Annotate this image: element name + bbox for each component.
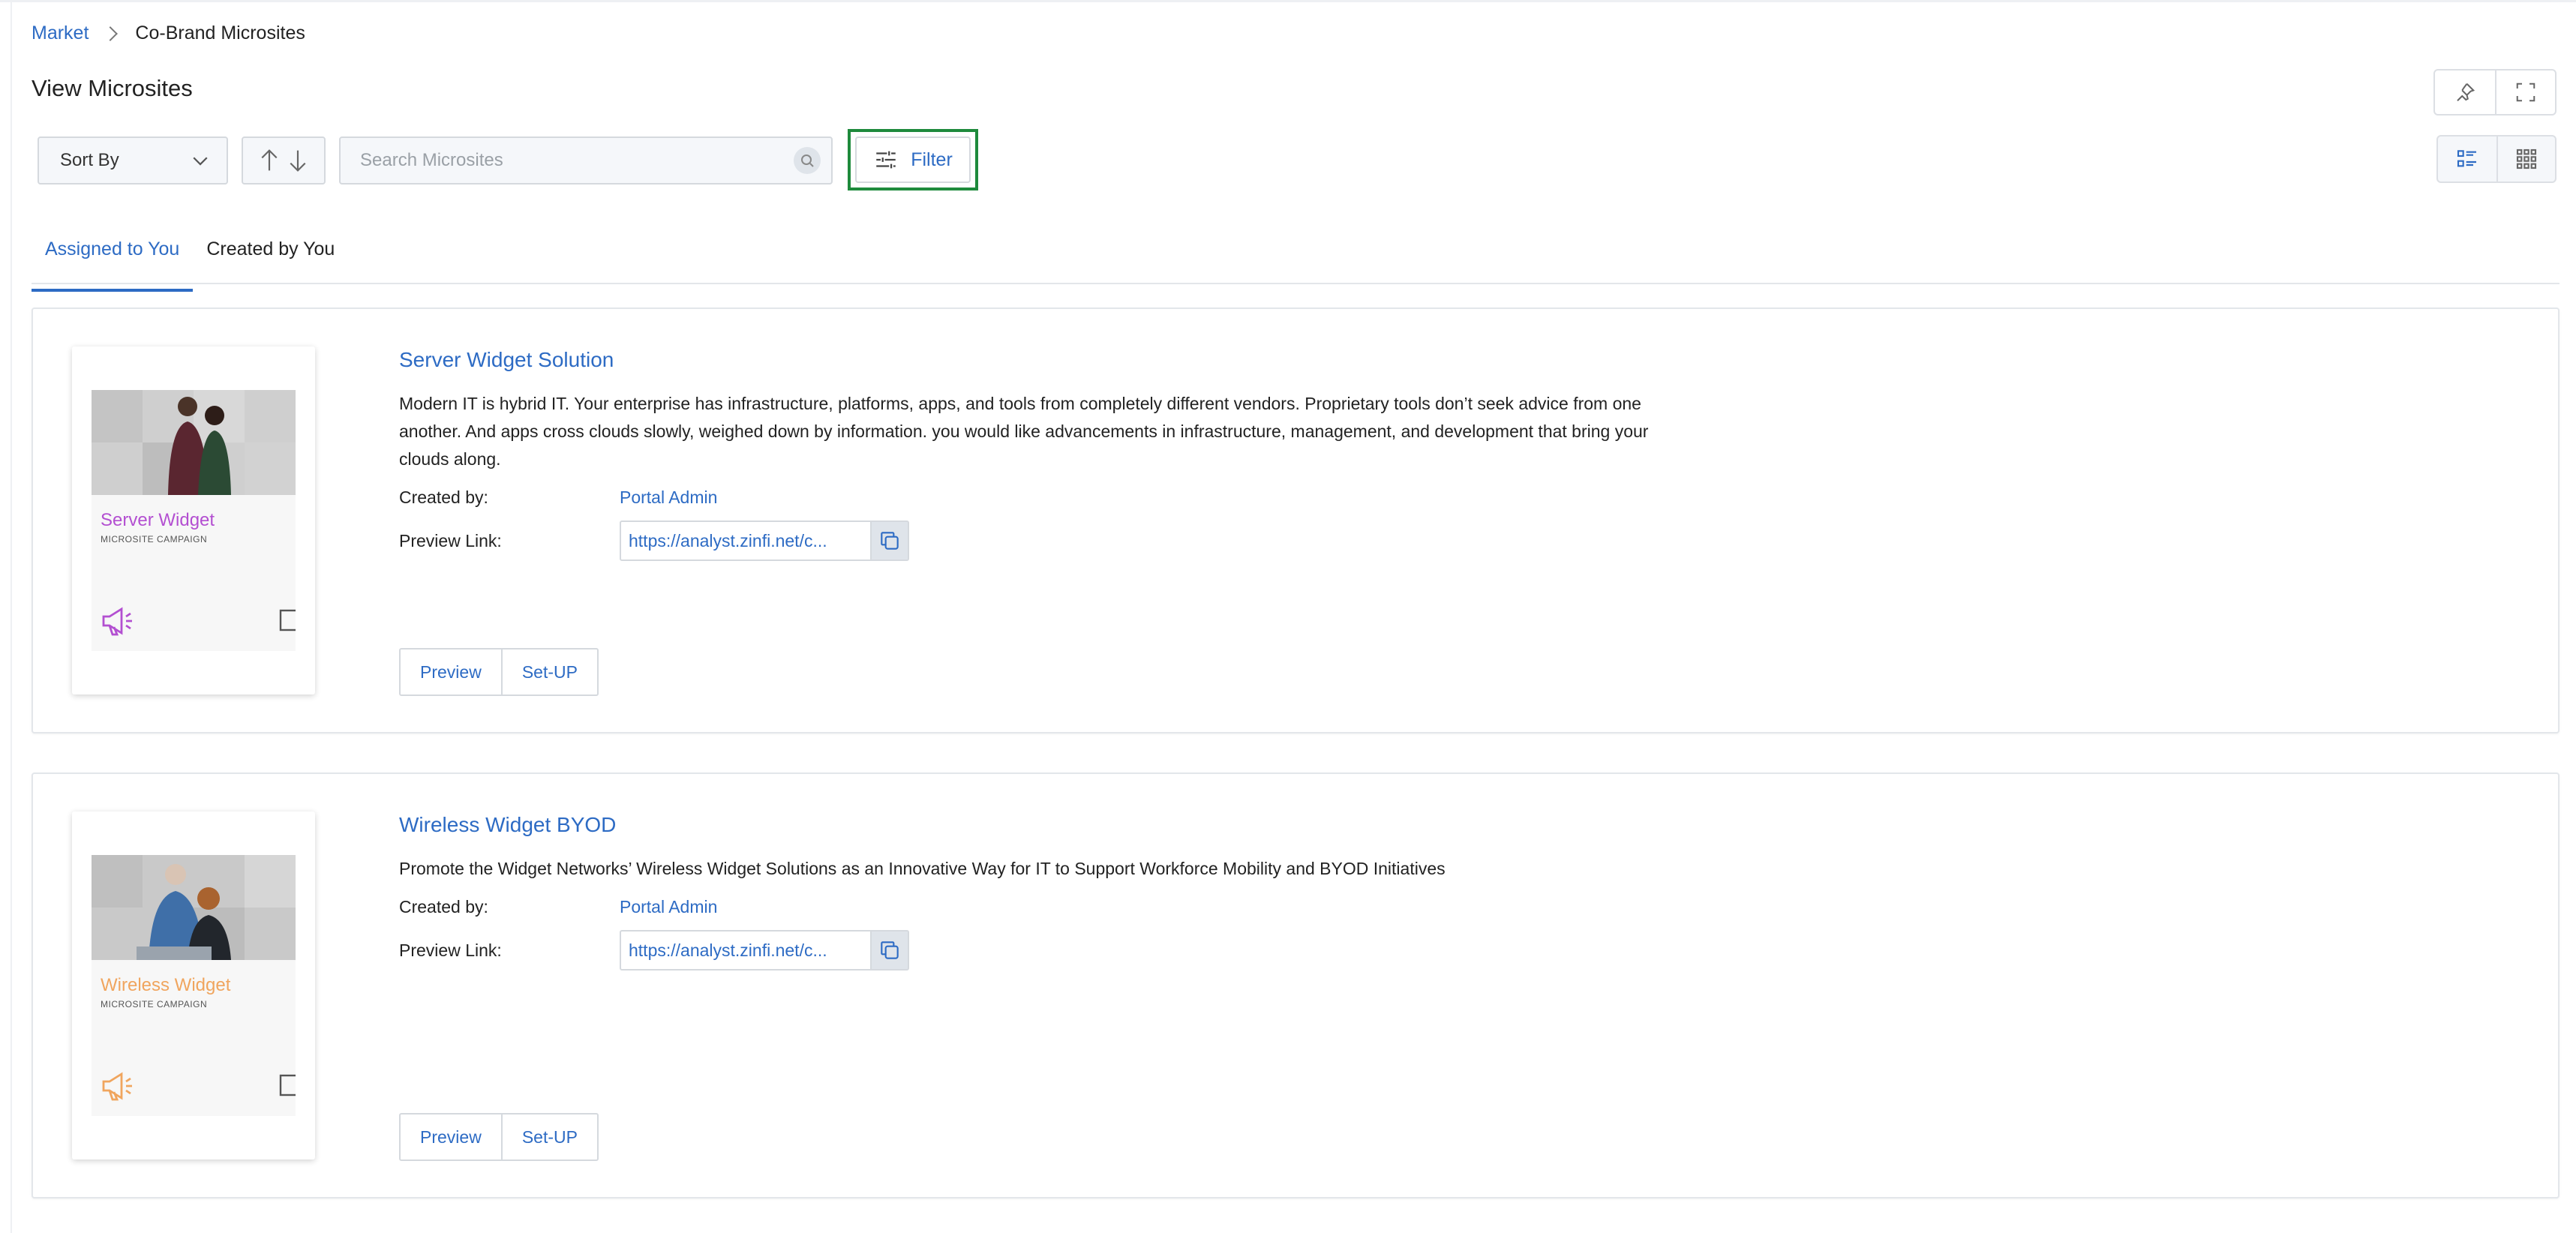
microsite-card: Server Widget MICROSITE CAMPAIGN Server … (32, 308, 2559, 734)
monitor-icon (279, 609, 296, 632)
search-input[interactable] (360, 150, 794, 171)
campaign-photo (92, 390, 296, 495)
pin-icon (2457, 83, 2475, 101)
top-border (0, 0, 2576, 2)
filter-icon (876, 151, 896, 169)
monitor-icon (279, 1074, 296, 1096)
grid-view-button[interactable] (2496, 136, 2555, 182)
preview-link-box: https://analyst.zinfi.net/c... (620, 930, 909, 970)
breadcrumb-market[interactable]: Market (32, 22, 89, 44)
card-title[interactable]: Wireless Widget BYOD (399, 813, 616, 837)
card-actions: Preview Set-UP (399, 1113, 599, 1161)
breadcrumb-current: Co-Brand Microsites (135, 22, 305, 44)
breadcrumb: Market Co-Brand Microsites (32, 22, 305, 44)
created-by-label: Created by: (399, 488, 488, 507)
setup-button[interactable]: Set-UP (500, 650, 597, 694)
sort-down-icon (290, 150, 306, 172)
sort-label: Sort By (60, 150, 119, 170)
microsite-card: Wireless Widget MICROSITE CAMPAIGN Wirel… (32, 772, 2559, 1198)
megaphone-icon (102, 1072, 132, 1101)
preview-link-box: https://analyst.zinfi.net/c... (620, 520, 909, 561)
thumbnail-subtitle: MICROSITE CAMPAIGN (101, 534, 208, 544)
preview-link-url[interactable]: https://analyst.zinfi.net/c... (621, 531, 870, 551)
preview-button[interactable]: Preview (401, 1114, 501, 1160)
created-by-label: Created by: (399, 897, 488, 916)
fullscreen-icon (2516, 82, 2535, 102)
card-actions: Preview Set-UP (399, 648, 599, 696)
thumbnail-title: Wireless Widget (101, 975, 231, 995)
microsite-thumbnail[interactable]: Wireless Widget MICROSITE CAMPAIGN (72, 812, 315, 1160)
megaphone-icon (102, 607, 132, 636)
card-description: Promote the Widget Networks’ Wireless Wi… (399, 859, 1446, 878)
microsite-thumbnail[interactable]: Server Widget MICROSITE CAMPAIGN (72, 346, 315, 694)
sort-up-icon (261, 149, 278, 171)
search-box (339, 136, 833, 184)
copy-icon (881, 941, 899, 959)
sort-direction-button[interactable] (242, 136, 326, 184)
thumbnail-subtitle: MICROSITE CAMPAIGN (101, 999, 208, 1010)
left-border (11, 0, 12, 1233)
thumbnail-title: Server Widget (101, 510, 215, 530)
preview-button[interactable]: Preview (401, 650, 501, 694)
pin-button[interactable] (2435, 70, 2495, 114)
search-icon[interactable] (794, 147, 821, 174)
copy-link-button[interactable] (870, 932, 908, 969)
copy-link-button[interactable] (870, 522, 908, 560)
header-icon-buttons (2433, 69, 2556, 116)
view-toggle (2436, 135, 2556, 183)
fullscreen-button[interactable] (2495, 70, 2555, 114)
card-description: Modern IT is hybrid IT. Your enterprise … (399, 394, 1649, 469)
chevron-right-icon (103, 26, 119, 41)
filter-label: Filter (911, 148, 953, 170)
list-view-icon (2457, 150, 2476, 167)
created-by-value[interactable]: Portal Admin (620, 897, 717, 917)
setup-button[interactable]: Set-UP (500, 1114, 597, 1160)
grid-view-icon (2516, 148, 2537, 170)
card-title[interactable]: Server Widget Solution (399, 348, 614, 372)
chevron-down-icon (193, 157, 208, 166)
copy-icon (881, 532, 899, 550)
page-title: View Microsites (32, 75, 193, 101)
filter-button[interactable]: Filter (855, 136, 971, 183)
created-by-value[interactable]: Portal Admin (620, 488, 717, 508)
preview-link-url[interactable]: https://analyst.zinfi.net/c... (621, 940, 870, 961)
preview-link-label: Preview Link: (399, 531, 502, 550)
campaign-photo (92, 855, 296, 960)
preview-link-label: Preview Link: (399, 940, 502, 960)
tab-divider (32, 283, 2559, 284)
sort-dropdown[interactable]: Sort By (38, 136, 228, 184)
list-view-button[interactable] (2438, 136, 2496, 182)
